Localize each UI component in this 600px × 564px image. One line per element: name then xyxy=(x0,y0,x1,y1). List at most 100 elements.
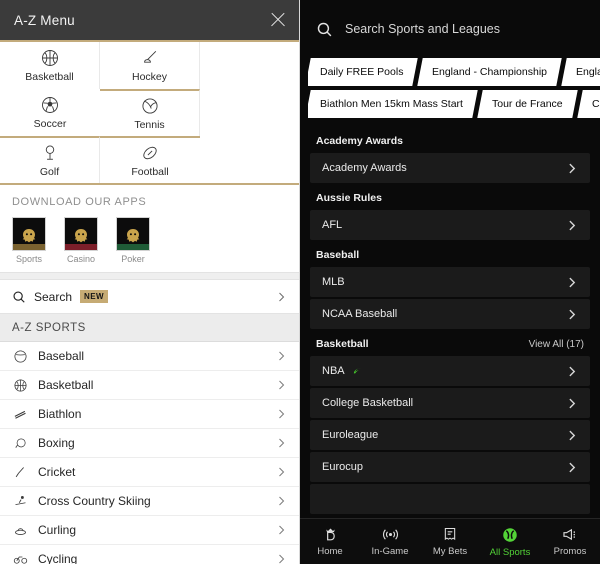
download-apps-block: DOWNLOAD OUR APPS Sports Casino Poker xyxy=(0,185,299,272)
section-title: Baseball xyxy=(316,249,360,261)
league-label: Academy Awards xyxy=(322,162,407,174)
quick-sport-label: Basketball xyxy=(25,71,74,83)
sport-row-cricket[interactable]: Cricket xyxy=(0,458,299,487)
cricket-bat-icon xyxy=(12,464,29,481)
chevron-right-icon xyxy=(279,351,285,361)
chevron-right-icon xyxy=(569,430,576,440)
league-row-college-basketball[interactable]: College Basketball xyxy=(310,388,590,418)
basketball-icon xyxy=(41,50,58,66)
tab-cfl[interactable]: CFL xyxy=(576,90,600,118)
quick-sports-grid: Basketball Hockey Soccer Tennis Golf Foo… xyxy=(0,42,299,183)
close-icon[interactable] xyxy=(269,11,287,29)
tab-england-league[interactable]: England - Leag xyxy=(561,58,600,86)
search-label: Search xyxy=(34,289,73,304)
tab-row-2: Biathlon Men 15km Mass Start Tour de Fra… xyxy=(308,90,600,118)
golf-icon xyxy=(45,145,54,160)
chevron-right-icon xyxy=(569,398,576,408)
tab-tour-de-france[interactable]: Tour de France xyxy=(477,90,578,118)
chevron-right-icon xyxy=(279,467,285,477)
quick-sport-football[interactable]: Football xyxy=(100,136,200,183)
sport-row-boxing[interactable]: Boxing xyxy=(0,429,299,458)
league-row-afl[interactable]: AFL xyxy=(310,210,590,240)
bicycle-icon xyxy=(12,551,29,564)
section-title: Aussie Rules xyxy=(316,192,382,204)
nav-item-home[interactable]: Home xyxy=(300,526,360,557)
app-tiles-row: Sports Casino Poker xyxy=(12,217,287,264)
sport-label: Boxing xyxy=(38,436,75,450)
league-row-eurocup[interactable]: Eurocup xyxy=(310,452,590,482)
tab-england-championship[interactable]: England - Championship xyxy=(417,58,563,86)
sportsbook-panel: Search Sports and Leagues Daily FREE Poo… xyxy=(300,0,600,564)
sport-label: Basketball xyxy=(38,378,94,392)
nav-label: Home xyxy=(317,546,343,557)
tab-label: Daily FREE Pools xyxy=(320,66,404,78)
quick-sport-tennis[interactable]: Tennis xyxy=(100,89,200,136)
chevron-right-icon xyxy=(569,277,576,287)
quick-sport-basketball[interactable]: Basketball xyxy=(0,42,100,89)
search-placeholder: Search Sports and Leagues xyxy=(345,22,500,36)
green-leaf-glyph xyxy=(353,367,361,373)
all-sports-icon xyxy=(503,527,517,542)
app-tile-casino[interactable]: Casino xyxy=(64,217,98,264)
hockey-icon xyxy=(143,51,156,63)
quick-sport-label: Hockey xyxy=(131,71,167,83)
new-badge: NEW xyxy=(80,290,108,303)
league-label: NBA xyxy=(322,365,345,377)
sport-row-cross-country-skiing[interactable]: Cross Country Skiing xyxy=(0,487,299,516)
sport-row-curling[interactable]: Curling xyxy=(0,516,299,545)
sport-label: Cycling xyxy=(38,552,78,564)
section-header-aussie-rules: Aussie Rules xyxy=(310,185,590,210)
biathlon-icon xyxy=(12,406,29,423)
app-tile-poker[interactable]: Poker xyxy=(116,217,150,264)
quick-sport-soccer[interactable]: Soccer xyxy=(0,89,100,136)
sport-row-cycling[interactable]: Cycling xyxy=(0,545,299,564)
app-tile-sports[interactable]: Sports xyxy=(12,217,46,264)
app-screen: A-Z Menu Basketball Hockey Soccer Tennis… xyxy=(0,0,600,564)
chevron-right-icon xyxy=(279,496,285,506)
az-sports-section-header: A-Z SPORTS xyxy=(0,314,299,342)
tab-daily-free-pools[interactable]: Daily FREE Pools xyxy=(308,58,419,86)
sport-row-biathlon[interactable]: Biathlon xyxy=(0,400,299,429)
app-tile-bar xyxy=(117,244,149,250)
az-sports-list: Baseball Basketball Biathlon Boxing Cric… xyxy=(0,342,299,564)
nav-label: All Sports xyxy=(489,546,531,558)
league-row-nba[interactable]: NBA xyxy=(310,356,590,386)
league-label: MLB xyxy=(322,276,345,288)
nav-item-my-bets[interactable]: My Bets xyxy=(420,526,480,557)
search-row[interactable]: Search NEW xyxy=(0,280,299,314)
league-row-academy-awards[interactable]: Academy Awards xyxy=(310,153,590,183)
sport-row-baseball[interactable]: Baseball xyxy=(0,342,299,371)
app-tile-label: Sports xyxy=(15,254,42,264)
league-label: Eurocup xyxy=(322,461,363,473)
search-bar[interactable]: Search Sports and Leagues xyxy=(300,0,600,58)
chevron-right-icon xyxy=(279,438,285,448)
chevron-right-icon xyxy=(279,380,285,390)
quick-sport-label: Golf xyxy=(39,166,60,178)
league-label: AFL xyxy=(322,219,343,231)
tab-biathlon-men-15km[interactable]: Biathlon Men 15km Mass Start xyxy=(308,90,478,118)
tab-label: CFL xyxy=(591,98,600,110)
football-icon xyxy=(143,146,157,160)
quick-sport-label: Football xyxy=(131,166,169,178)
quick-sport-hockey[interactable]: Hockey xyxy=(100,42,200,89)
chevron-right-icon xyxy=(279,554,285,564)
view-all-link[interactable]: View All (17) xyxy=(529,339,584,350)
league-label: College Basketball xyxy=(322,397,414,409)
sport-row-basketball[interactable]: Basketball xyxy=(0,371,299,400)
league-tabs: Daily FREE Pools England - Championship … xyxy=(300,58,600,118)
nav-item-promos[interactable]: Promos xyxy=(540,526,600,557)
tennis-icon xyxy=(141,98,158,114)
lion-logo-icon xyxy=(116,217,150,251)
app-tile-label: Casino xyxy=(66,254,95,264)
nav-item-in-game[interactable]: In-Game xyxy=(360,526,420,557)
league-row-partial[interactable] xyxy=(310,484,590,514)
nav-item-all-sports[interactable]: All Sports xyxy=(480,526,540,558)
basketball-icon xyxy=(12,377,29,394)
quick-sport-golf[interactable]: Golf xyxy=(0,136,100,183)
league-row-euroleague[interactable]: Euroleague xyxy=(310,420,590,450)
bet-slip-icon xyxy=(444,527,456,541)
league-row-mlb[interactable]: MLB xyxy=(310,267,590,297)
nav-label: In-Game xyxy=(371,546,409,557)
boxing-glove-icon xyxy=(12,435,29,452)
league-row-ncaa-baseball[interactable]: NCAA Baseball xyxy=(310,299,590,329)
